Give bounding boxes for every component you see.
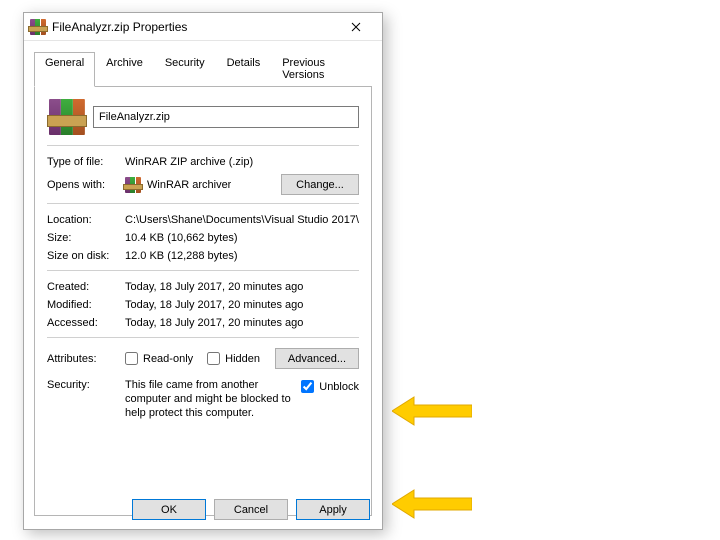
modified-value: Today, 18 July 2017, 20 minutes ago xyxy=(125,299,359,311)
unblock-checkbox-label: Unblock xyxy=(319,381,359,393)
separator xyxy=(47,337,359,338)
hidden-checkbox-label: Hidden xyxy=(225,353,260,365)
separator xyxy=(47,270,359,271)
file-type-icon xyxy=(49,99,85,135)
close-button[interactable] xyxy=(336,13,376,41)
separator xyxy=(47,145,359,146)
apply-button[interactable]: Apply xyxy=(296,499,370,520)
advanced-button[interactable]: Advanced... xyxy=(275,348,359,369)
readonly-checkbox-input[interactable] xyxy=(125,352,138,365)
location-label: Location: xyxy=(47,214,125,226)
size-on-disk-value: 12.0 KB (12,288 bytes) xyxy=(125,250,359,262)
created-label: Created: xyxy=(47,281,125,293)
size-value: 10.4 KB (10,662 bytes) xyxy=(125,232,359,244)
security-label: Security: xyxy=(47,379,125,391)
cancel-button[interactable]: Cancel xyxy=(214,499,288,520)
unblock-checkbox[interactable]: Unblock xyxy=(301,380,359,393)
winrar-app-icon xyxy=(125,177,141,193)
opens-with-value: WinRAR archiver xyxy=(147,179,231,191)
annotation-arrow-apply xyxy=(392,484,472,524)
tab-security[interactable]: Security xyxy=(154,52,216,87)
general-panel: Type of file: WinRAR ZIP archive (.zip) … xyxy=(34,87,372,516)
size-on-disk-label: Size on disk: xyxy=(47,250,125,262)
filename-input[interactable] xyxy=(93,106,359,128)
readonly-checkbox[interactable]: Read-only xyxy=(125,352,193,365)
properties-dialog: FileAnalyzr.zip Properties General Archi… xyxy=(23,12,383,530)
titlebar: FileAnalyzr.zip Properties xyxy=(24,13,382,41)
readonly-checkbox-label: Read-only xyxy=(143,353,193,365)
hidden-checkbox-input[interactable] xyxy=(207,352,220,365)
change-button[interactable]: Change... xyxy=(281,174,359,195)
accessed-value: Today, 18 July 2017, 20 minutes ago xyxy=(125,317,359,329)
tab-previous-versions[interactable]: Previous Versions xyxy=(271,52,372,87)
modified-label: Modified: xyxy=(47,299,125,311)
tab-general[interactable]: General xyxy=(34,52,95,87)
tab-strip: General Archive Security Details Previou… xyxy=(34,51,372,87)
hidden-checkbox[interactable]: Hidden xyxy=(207,352,260,365)
opens-with-label: Opens with: xyxy=(47,179,125,191)
annotation-arrow-unblock xyxy=(392,391,472,431)
size-label: Size: xyxy=(47,232,125,244)
security-text: This file came from another computer and… xyxy=(125,379,301,420)
ok-button[interactable]: OK xyxy=(132,499,206,520)
attributes-label: Attributes: xyxy=(47,353,125,365)
dialog-buttons: OK Cancel Apply xyxy=(132,499,370,520)
close-icon xyxy=(351,22,361,32)
type-of-file-label: Type of file: xyxy=(47,156,125,168)
window-title: FileAnalyzr.zip Properties xyxy=(52,20,336,34)
tab-archive[interactable]: Archive xyxy=(95,52,154,87)
type-of-file-value: WinRAR ZIP archive (.zip) xyxy=(125,156,359,168)
accessed-label: Accessed: xyxy=(47,317,125,329)
unblock-checkbox-input[interactable] xyxy=(301,380,314,393)
winrar-icon xyxy=(30,19,46,35)
location-value: C:\Users\Shane\Documents\Visual Studio 2… xyxy=(125,214,359,226)
tab-details[interactable]: Details xyxy=(216,52,272,87)
separator xyxy=(47,203,359,204)
client-area: General Archive Security Details Previou… xyxy=(24,41,382,524)
created-value: Today, 18 July 2017, 20 minutes ago xyxy=(125,281,359,293)
